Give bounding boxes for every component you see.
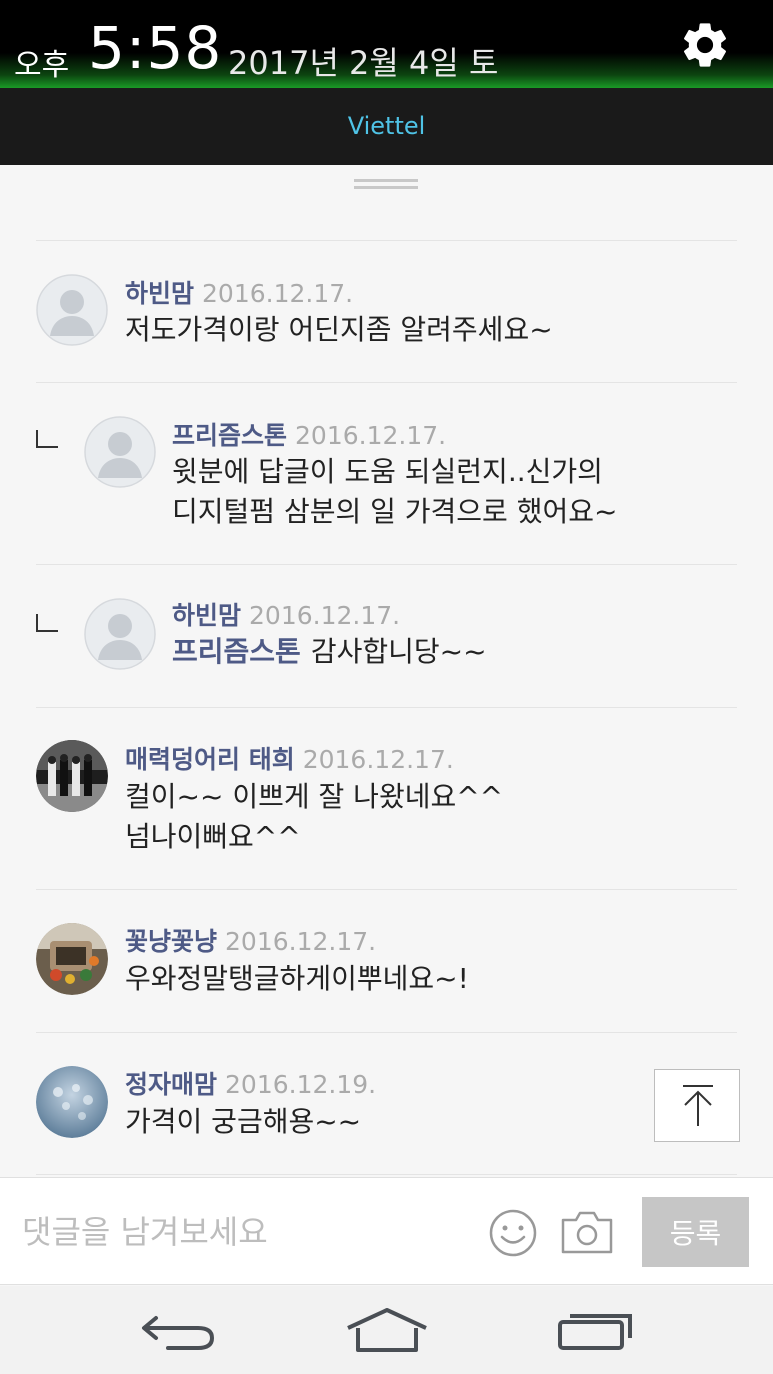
- reply-indicator-icon: [36, 614, 58, 632]
- comment-date: 2016.12.17.: [202, 279, 354, 308]
- comment-input-bar: 등록: [0, 1177, 773, 1285]
- comment-text: 프리즘스톤 감사합니당~~: [172, 632, 487, 672]
- comment-input[interactable]: [22, 1208, 472, 1256]
- comment-item[interactable]: 꽃냥꽃냥 2016.12.17. 우와정말탱글하게이뿌네요~!: [0, 889, 773, 1032]
- recent-apps-icon[interactable]: [556, 1308, 636, 1352]
- comment-line: 가격이 궁금해용~~: [125, 1105, 362, 1138]
- comment-text: 저도가격이랑 어딘지좀 알려주세요~: [125, 310, 553, 350]
- smiley-icon[interactable]: [488, 1208, 538, 1258]
- avatar[interactable]: [36, 1066, 108, 1138]
- comment-reply-item[interactable]: 프리즘스톤 2016.12.17. 윗분에 답글이 도움 되실런지..신가의 디지…: [0, 382, 773, 564]
- comment-item[interactable]: 하빈맘 2016.12.17. 저도가격이랑 어딘지좀 알려주세요~: [0, 240, 773, 382]
- comment-author[interactable]: 프리즘스톤: [172, 421, 287, 450]
- comment-text: 가격이 궁금해용~~: [125, 1102, 361, 1142]
- status-date: 2017년 2월 4일 토: [228, 44, 499, 82]
- arrow-up-to-top-icon: [683, 1085, 713, 1126]
- comment-author[interactable]: 하빈맘: [172, 601, 241, 630]
- comment-line: 저도가격이랑 어딘지좀 알려주세요~: [125, 313, 553, 346]
- comment-line: 윗분에 답글이 도움 되실런지..신가의: [172, 455, 603, 488]
- comment-author[interactable]: 하빈맘: [125, 279, 194, 308]
- navigation-bar: [0, 1286, 773, 1374]
- submit-button[interactable]: 등록: [642, 1197, 749, 1267]
- avatar[interactable]: [36, 274, 108, 346]
- comment-author[interactable]: 매력덩어리 태희: [125, 745, 295, 774]
- comment-author[interactable]: 정자매맘: [125, 1070, 217, 1099]
- avatar[interactable]: [84, 598, 156, 670]
- comment-date: 2016.12.19.: [225, 1070, 377, 1099]
- comment-text: 윗분에 답글이 도움 되실런지..신가의 디지털펌 삼분의 일 가격으로 했어요…: [172, 452, 617, 532]
- comment-date: 2016.12.17.: [249, 601, 401, 630]
- scroll-top-button[interactable]: [654, 1069, 740, 1142]
- avatar[interactable]: [36, 740, 108, 812]
- comment-line: 디지털펌 삼분의 일 가격으로 했어요~: [172, 495, 618, 528]
- comment-text: 우와정말탱글하게이뿌네요~!: [125, 959, 469, 999]
- comment-list[interactable]: 하빈맘 2016.12.17. 저도가격이랑 어딘지좀 알려주세요~ 프리즘스톤 2…: [0, 165, 773, 1177]
- comment-text: 컬이~~ 이쁘게 잘 나왔네요^^ 넘나이뻐요^^: [125, 777, 503, 857]
- camera-icon[interactable]: [560, 1208, 614, 1256]
- reply-indicator-icon: [36, 430, 58, 448]
- drag-handle[interactable]: [354, 179, 418, 189]
- gear-icon[interactable]: [678, 18, 732, 72]
- status-time: 5:58: [88, 14, 223, 82]
- comment-date: 2016.12.17.: [295, 421, 447, 450]
- avatar[interactable]: [84, 416, 156, 488]
- comment-line: 컬이~~ 이쁘게 잘 나왔네요^^: [125, 780, 504, 813]
- status-ampm: 오후: [14, 48, 70, 83]
- home-icon[interactable]: [344, 1306, 430, 1354]
- back-icon[interactable]: [138, 1308, 218, 1352]
- comment-date: 2016.12.17.: [225, 927, 377, 956]
- status-bar: 오후 5:58 2017년 2월 4일 토: [0, 0, 773, 88]
- comment-reply-item[interactable]: 하빈맘 2016.12.17. 프리즘스톤 감사합니당~~: [0, 564, 773, 707]
- comment-item[interactable]: 매력덩어리 태희 2016.12.17. 컬이~~ 이쁘게 잘 나왔네요^^ 넘나…: [0, 707, 773, 889]
- comment-line: 넘나이뻐요^^: [125, 820, 301, 853]
- carrier-label: Viettel: [347, 112, 426, 140]
- avatar[interactable]: [36, 923, 108, 995]
- divider: [36, 1174, 737, 1175]
- notification-bar: Viettel: [0, 88, 773, 165]
- comment-line: 우와정말탱글하게이뿌네요~!: [125, 962, 469, 995]
- mention-link[interactable]: 프리즘스톤: [172, 635, 301, 668]
- comment-author[interactable]: 꽃냥꽃냥: [125, 927, 217, 956]
- comment-date: 2016.12.17.: [302, 745, 454, 774]
- comment-line: 감사합니당~~: [310, 635, 487, 668]
